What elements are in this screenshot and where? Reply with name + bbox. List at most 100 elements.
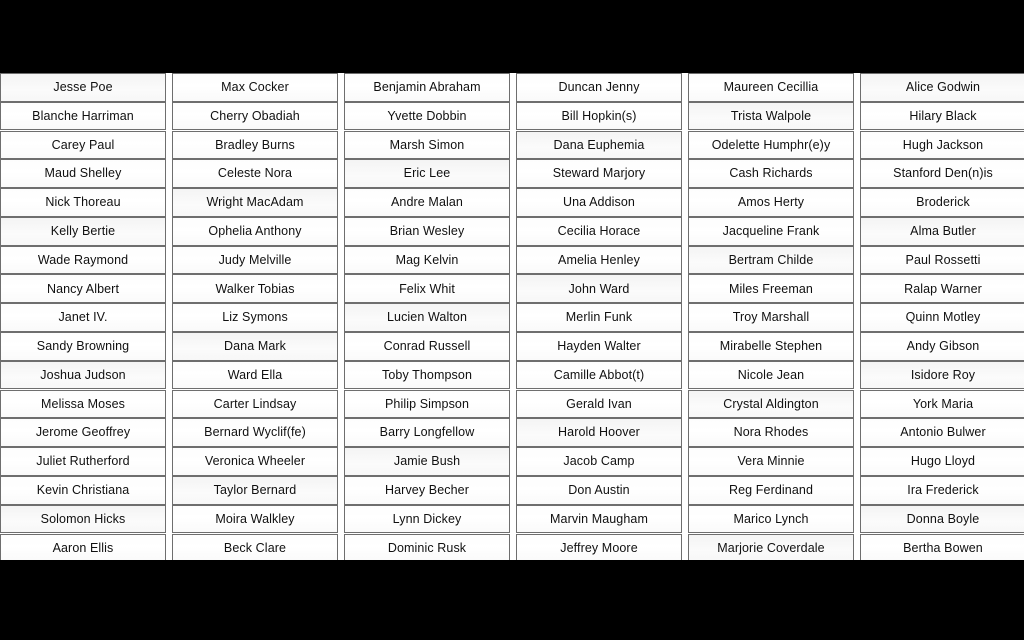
name-cell[interactable]: Odelette Humphr(e)y <box>688 130 854 160</box>
name-cell[interactable]: Joshua Judson <box>0 360 166 390</box>
name-cell[interactable]: Reg Ferdinand <box>688 475 854 505</box>
name-cell[interactable]: Mirabelle Stephen <box>688 332 854 361</box>
name-cell[interactable]: John Ward <box>516 274 682 304</box>
name-cell[interactable]: Marsh Simon <box>344 130 510 160</box>
name-cell[interactable]: Maureen Cecillia <box>688 73 854 102</box>
name-cell[interactable]: Nora Rhodes <box>688 418 854 447</box>
name-cell[interactable]: Bernard Wyclif(fe) <box>172 418 338 447</box>
name-cell[interactable]: Antonio Bulwer <box>860 418 1024 447</box>
name-cell[interactable]: Miles Freeman <box>688 274 854 304</box>
name-cell[interactable]: Nick Thoreau <box>0 188 166 217</box>
name-cell[interactable]: Hilary Black <box>860 101 1024 131</box>
name-cell[interactable]: Jerome Geoffrey <box>0 418 166 447</box>
name-cell[interactable]: Cash Richards <box>688 159 854 188</box>
name-cell[interactable]: Nicole Jean <box>688 360 854 390</box>
name-cell[interactable]: Ralap Warner <box>860 274 1024 304</box>
name-cell[interactable]: Moira Walkley <box>172 504 338 534</box>
name-cell[interactable]: Kevin Christiana <box>0 475 166 505</box>
name-cell[interactable]: Quinn Motley <box>860 303 1024 332</box>
name-cell[interactable]: Solomon Hicks <box>0 504 166 534</box>
name-cell[interactable]: Harvey Becher <box>344 475 510 505</box>
name-cell[interactable]: Merlin Funk <box>516 303 682 332</box>
name-cell[interactable]: Nancy Albert <box>0 274 166 304</box>
name-cell[interactable]: Carey Paul <box>0 130 166 160</box>
name-cell[interactable]: Barry Longfellow <box>344 418 510 447</box>
name-cell[interactable]: Liz Symons <box>172 303 338 332</box>
name-cell[interactable]: Broderick <box>860 188 1024 217</box>
name-cell[interactable]: Veronica Wheeler <box>172 447 338 476</box>
name-cell[interactable]: Donna Boyle <box>860 504 1024 534</box>
name-cell[interactable]: Crystal Aldington <box>688 389 854 419</box>
name-cell[interactable]: Benjamin Abraham <box>344 73 510 102</box>
name-cell[interactable]: Steward Marjory <box>516 159 682 188</box>
name-cell[interactable]: Maud Shelley <box>0 159 166 188</box>
name-cell[interactable]: Harold Hoover <box>516 418 682 447</box>
name-cell[interactable]: Jacob Camp <box>516 447 682 476</box>
name-cell[interactable]: Jacqueline Frank <box>688 216 854 246</box>
name-cell[interactable]: Trista Walpole <box>688 101 854 131</box>
name-cell[interactable]: Jeffrey Moore <box>516 533 682 560</box>
name-cell[interactable]: Felix Whit <box>344 274 510 304</box>
name-cell[interactable]: Conrad Russell <box>344 332 510 361</box>
name-cell[interactable]: Kelly Bertie <box>0 216 166 246</box>
name-cell[interactable]: Andy Gibson <box>860 332 1024 361</box>
name-cell[interactable]: Dana Mark <box>172 332 338 361</box>
name-cell[interactable]: Melissa Moses <box>0 389 166 419</box>
name-cell[interactable]: Walker Tobias <box>172 274 338 304</box>
name-cell[interactable]: Ward Ella <box>172 360 338 390</box>
name-cell[interactable]: Alice Godwin <box>860 73 1024 102</box>
name-cell[interactable]: Lucien Walton <box>344 303 510 332</box>
name-cell[interactable]: Bill Hopkin(s) <box>516 101 682 131</box>
name-cell[interactable]: Paul Rossetti <box>860 245 1024 275</box>
name-cell[interactable]: Lynn Dickey <box>344 504 510 534</box>
name-cell[interactable]: York Maria <box>860 389 1024 419</box>
name-cell[interactable]: Wade Raymond <box>0 245 166 275</box>
name-cell[interactable]: Yvette Dobbin <box>344 101 510 131</box>
name-cell[interactable]: Beck Clare <box>172 533 338 560</box>
name-cell[interactable]: Marvin Maugham <box>516 504 682 534</box>
name-cell[interactable]: Toby Thompson <box>344 360 510 390</box>
name-cell[interactable]: Hayden Walter <box>516 332 682 361</box>
name-cell[interactable]: Jesse Poe <box>0 73 166 102</box>
name-cell[interactable]: Hugh Jackson <box>860 130 1024 160</box>
name-cell[interactable]: Camille Abbot(t) <box>516 360 682 390</box>
name-cell[interactable]: Brian Wesley <box>344 216 510 246</box>
name-cell[interactable]: Taylor Bernard <box>172 475 338 505</box>
name-cell[interactable]: Alma Butler <box>860 216 1024 246</box>
name-cell[interactable]: Cherry Obadiah <box>172 101 338 131</box>
name-cell[interactable]: Cecilia Horace <box>516 216 682 246</box>
name-cell[interactable]: Bradley Burns <box>172 130 338 160</box>
name-cell[interactable]: Bertram Childe <box>688 245 854 275</box>
name-cell[interactable]: Sandy Browning <box>0 332 166 361</box>
name-cell[interactable]: Carter Lindsay <box>172 389 338 419</box>
name-cell[interactable]: Marico Lynch <box>688 504 854 534</box>
name-cell[interactable]: Marjorie Coverdale <box>688 533 854 560</box>
name-cell[interactable]: Troy Marshall <box>688 303 854 332</box>
name-cell[interactable]: Wright MacAdam <box>172 188 338 217</box>
name-cell[interactable]: Eric Lee <box>344 159 510 188</box>
name-cell[interactable]: Ira Frederick <box>860 475 1024 505</box>
name-cell[interactable]: Gerald Ivan <box>516 389 682 419</box>
name-cell[interactable]: Stanford Den(n)is <box>860 159 1024 188</box>
name-cell[interactable]: Bertha Bowen <box>860 533 1024 560</box>
name-cell[interactable]: Amos Herty <box>688 188 854 217</box>
name-cell[interactable]: Mag Kelvin <box>344 245 510 275</box>
name-cell[interactable]: Una Addison <box>516 188 682 217</box>
name-cell[interactable]: Duncan Jenny <box>516 73 682 102</box>
name-cell[interactable]: Ophelia Anthony <box>172 216 338 246</box>
name-cell[interactable]: Don Austin <box>516 475 682 505</box>
name-cell[interactable]: Celeste Nora <box>172 159 338 188</box>
name-cell[interactable]: Aaron Ellis <box>0 533 166 560</box>
name-cell[interactable]: Janet IV. <box>0 303 166 332</box>
name-cell[interactable]: Max Cocker <box>172 73 338 102</box>
name-cell[interactable]: Judy Melville <box>172 245 338 275</box>
name-cell[interactable]: Juliet Rutherford <box>0 447 166 476</box>
name-cell[interactable]: Andre Malan <box>344 188 510 217</box>
name-cell[interactable]: Amelia Henley <box>516 245 682 275</box>
name-cell[interactable]: Philip Simpson <box>344 389 510 419</box>
name-cell[interactable]: Dana Euphemia <box>516 130 682 160</box>
name-cell[interactable]: Isidore Roy <box>860 360 1024 390</box>
name-cell[interactable]: Jamie Bush <box>344 447 510 476</box>
name-cell[interactable]: Blanche Harriman <box>0 101 166 131</box>
name-cell[interactable]: Vera Minnie <box>688 447 854 476</box>
